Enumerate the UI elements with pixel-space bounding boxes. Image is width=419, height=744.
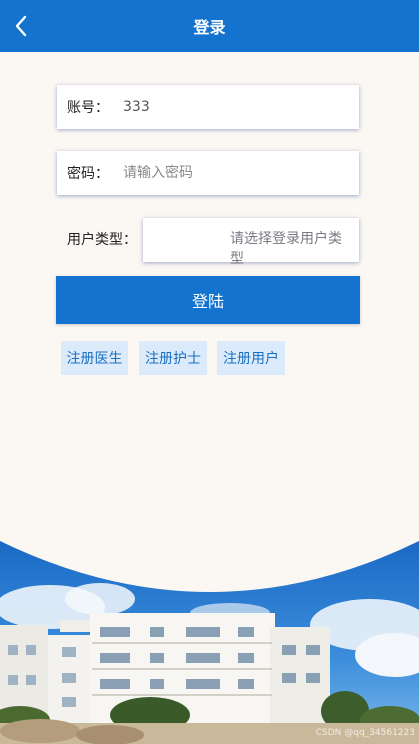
user-type-placeholder: 请选择登录用户类型 (230, 231, 342, 267)
account-label: 账号： (67, 100, 109, 116)
chevron-left-icon (15, 15, 27, 37)
user-type-label: 用户类型： (67, 232, 137, 248)
register-nurse-button[interactable]: 注册护士 (139, 341, 207, 375)
account-field[interactable]: 账号： (57, 85, 359, 129)
account-input[interactable] (123, 92, 323, 122)
back-button[interactable] (10, 14, 34, 38)
page-title: 登录 (193, 18, 226, 37)
login-button[interactable]: 登陆 (56, 276, 360, 324)
building-background-image (0, 535, 419, 744)
register-user-button[interactable]: 注册用户 (217, 341, 285, 375)
password-input[interactable] (123, 158, 323, 188)
register-doctor-button[interactable]: 注册医生 (61, 341, 128, 375)
watermark: CSDN @qq_34561223 (315, 728, 415, 738)
user-type-select[interactable]: 请选择登录用户类型 (143, 218, 359, 267)
app-header: 登录 (0, 0, 419, 52)
password-label: 密码： (67, 166, 109, 182)
password-field[interactable]: 密码： (57, 151, 359, 195)
